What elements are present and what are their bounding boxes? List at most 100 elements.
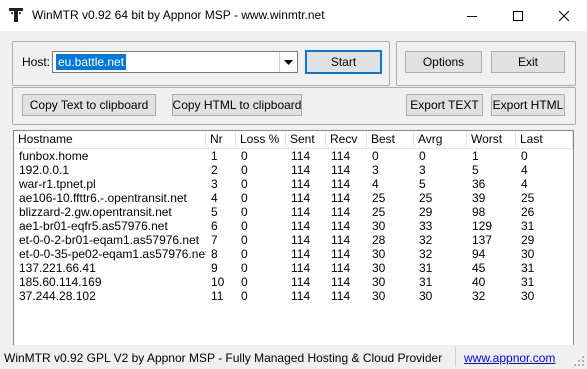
copy-html-button[interactable]: Copy HTML to clipboard <box>172 94 302 116</box>
cell-sent: 114 <box>291 177 311 191</box>
close-button[interactable] <box>541 0 587 31</box>
cell-recv: 114 <box>331 219 351 233</box>
export-text-button-label: Export TEXT <box>410 98 479 112</box>
host-combobox[interactable]: eu.battle.net <box>52 51 298 73</box>
table-row[interactable]: funbox.home 1 0 114 114 0 0 1 0 <box>14 149 573 163</box>
cell-avrg: 31 <box>419 275 433 289</box>
cell-loss: 0 <box>241 275 248 289</box>
host-input[interactable]: eu.battle.net <box>56 54 127 70</box>
exit-button[interactable]: Exit <box>491 51 565 73</box>
maximize-button[interactable] <box>495 0 541 31</box>
cell-avrg: 5 <box>419 177 426 191</box>
cell-hostname: et-0-0-2-br01-eqam1.as57976.net <box>19 233 200 247</box>
cell-best: 4 <box>372 177 379 191</box>
table-row[interactable]: blizzard-2.gw.opentransit.net 5 0 114 114 25 2… <box>14 205 573 219</box>
resize-grip-icon[interactable] <box>573 355 585 367</box>
cell-worst: 98 <box>472 205 486 219</box>
minimize-button[interactable] <box>449 0 495 31</box>
cell-hostname: ae1-br01-eqfr5.as57976.net <box>19 219 168 233</box>
cell-nr: 9 <box>211 261 218 275</box>
cell-best: 30 <box>372 289 386 303</box>
host-dropdown-button[interactable] <box>279 52 297 72</box>
client-area: Host: eu.battle.net Start Options Exit C… <box>0 31 587 369</box>
cell-worst: 39 <box>472 191 486 205</box>
results-list[interactable]: Hostname Nr Loss % Sent Recv Best Avrg Worst Las… <box>13 130 574 364</box>
table-row[interactable]: 137.221.66.41 9 0 114 114 30 31 45 31 <box>14 261 573 275</box>
cell-avrg: 31 <box>419 261 433 275</box>
column-header-hostname[interactable]: Hostname <box>14 131 206 148</box>
cell-avrg: 32 <box>419 247 433 261</box>
column-header-worst[interactable]: Worst <box>467 131 516 148</box>
cell-worst: 32 <box>472 289 486 303</box>
cell-sent: 114 <box>291 163 311 177</box>
cell-worst: 1 <box>472 149 479 163</box>
cell-loss: 0 <box>241 149 248 163</box>
column-header-last[interactable]: Last <box>516 131 573 148</box>
options-button-label: Options <box>422 55 465 69</box>
cell-sent: 114 <box>291 205 311 219</box>
cell-worst: 137 <box>472 233 493 247</box>
cell-avrg: 0 <box>419 149 426 163</box>
appnor-link[interactable]: www.appnor.com <box>464 351 555 365</box>
cell-avrg: 29 <box>419 205 433 219</box>
minimize-icon <box>467 15 477 17</box>
column-header-sent[interactable]: Sent <box>286 131 326 148</box>
cell-recv: 114 <box>331 233 351 247</box>
cell-best: 0 <box>372 149 379 163</box>
cell-nr: 11 <box>211 289 224 303</box>
cell-worst: 45 <box>472 261 486 275</box>
cell-nr: 6 <box>211 219 218 233</box>
table-row[interactable]: et-0-0-35-pe02-eqam1.as57976.net 8 0 114 114… <box>14 247 573 261</box>
cell-sent: 114 <box>291 219 311 233</box>
cell-best: 30 <box>372 247 386 261</box>
copy-text-button[interactable]: Copy Text to clipboard <box>22 94 156 116</box>
cell-nr: 4 <box>211 191 218 205</box>
cell-last: 4 <box>521 177 528 191</box>
start-button[interactable]: Start <box>305 50 382 74</box>
export-html-button[interactable]: Export HTML <box>491 94 565 116</box>
column-header-best[interactable]: Best <box>367 131 414 148</box>
table-row[interactable]: 192.0.0.1 2 0 114 114 3 3 5 4 <box>14 163 573 177</box>
cell-hostname: ae106-10.ffttr6.-.opentransit.net <box>19 191 187 205</box>
cell-recv: 114 <box>331 177 351 191</box>
cell-worst: 5 <box>472 163 479 177</box>
maximize-icon <box>513 10 523 21</box>
cell-best: 25 <box>372 205 386 219</box>
cell-hostname: 192.0.0.1 <box>19 163 70 177</box>
cell-last: 30 <box>521 247 535 261</box>
cell-loss: 0 <box>241 289 248 303</box>
cell-avrg: 25 <box>419 191 433 205</box>
table-row[interactable]: ae106-10.ffttr6.-.opentransit.net 4 0 114 11… <box>14 191 573 205</box>
column-header-avrg[interactable]: Avrg <box>414 131 467 148</box>
cell-sent: 114 <box>291 233 311 247</box>
options-button[interactable]: Options <box>405 51 482 73</box>
table-row[interactable]: war-r1.tpnet.pl 3 0 114 114 4 5 36 4 <box>14 177 573 191</box>
cell-recv: 114 <box>331 163 351 177</box>
cell-worst: 94 <box>472 247 486 261</box>
table-row[interactable]: ae1-br01-eqfr5.as57976.net 6 0 114 114 30 33 12… <box>14 219 573 233</box>
cell-hostname: et-0-0-35-pe02-eqam1.as57976.net <box>19 247 206 261</box>
table-row[interactable]: 37.244.28.102 11 0 114 114 30 30 32 30 <box>14 289 573 303</box>
list-header: Hostname Nr Loss % Sent Recv Best Avrg Worst Las… <box>14 131 573 149</box>
cell-recv: 114 <box>331 247 351 261</box>
column-header-recv[interactable]: Recv <box>326 131 367 148</box>
cell-best: 28 <box>372 233 386 247</box>
cell-loss: 0 <box>241 247 248 261</box>
export-text-button[interactable]: Export TEXT <box>406 94 483 116</box>
cell-loss: 0 <box>241 191 248 205</box>
cell-loss: 0 <box>241 219 248 233</box>
column-header-loss[interactable]: Loss % <box>236 131 286 148</box>
table-row[interactable]: et-0-0-2-br01-eqam1.as57976.net 7 0 114 114 2… <box>14 233 573 247</box>
column-header-nr[interactable]: Nr <box>206 131 236 148</box>
table-row[interactable]: 185.60.114.169 10 0 114 114 30 31 40 31 <box>14 275 573 289</box>
cell-sent: 114 <box>291 275 311 289</box>
cell-avrg: 33 <box>419 219 433 233</box>
window-title: WinMTR v0.92 64 bit by Appnor MSP - www.… <box>32 8 325 22</box>
cell-nr: 5 <box>211 205 218 219</box>
cell-last: 29 <box>521 233 535 247</box>
cell-sent: 114 <box>291 247 311 261</box>
cell-last: 4 <box>521 163 528 177</box>
cell-sent: 114 <box>291 191 311 205</box>
cell-last: 31 <box>521 275 535 289</box>
cell-worst: 40 <box>472 275 486 289</box>
